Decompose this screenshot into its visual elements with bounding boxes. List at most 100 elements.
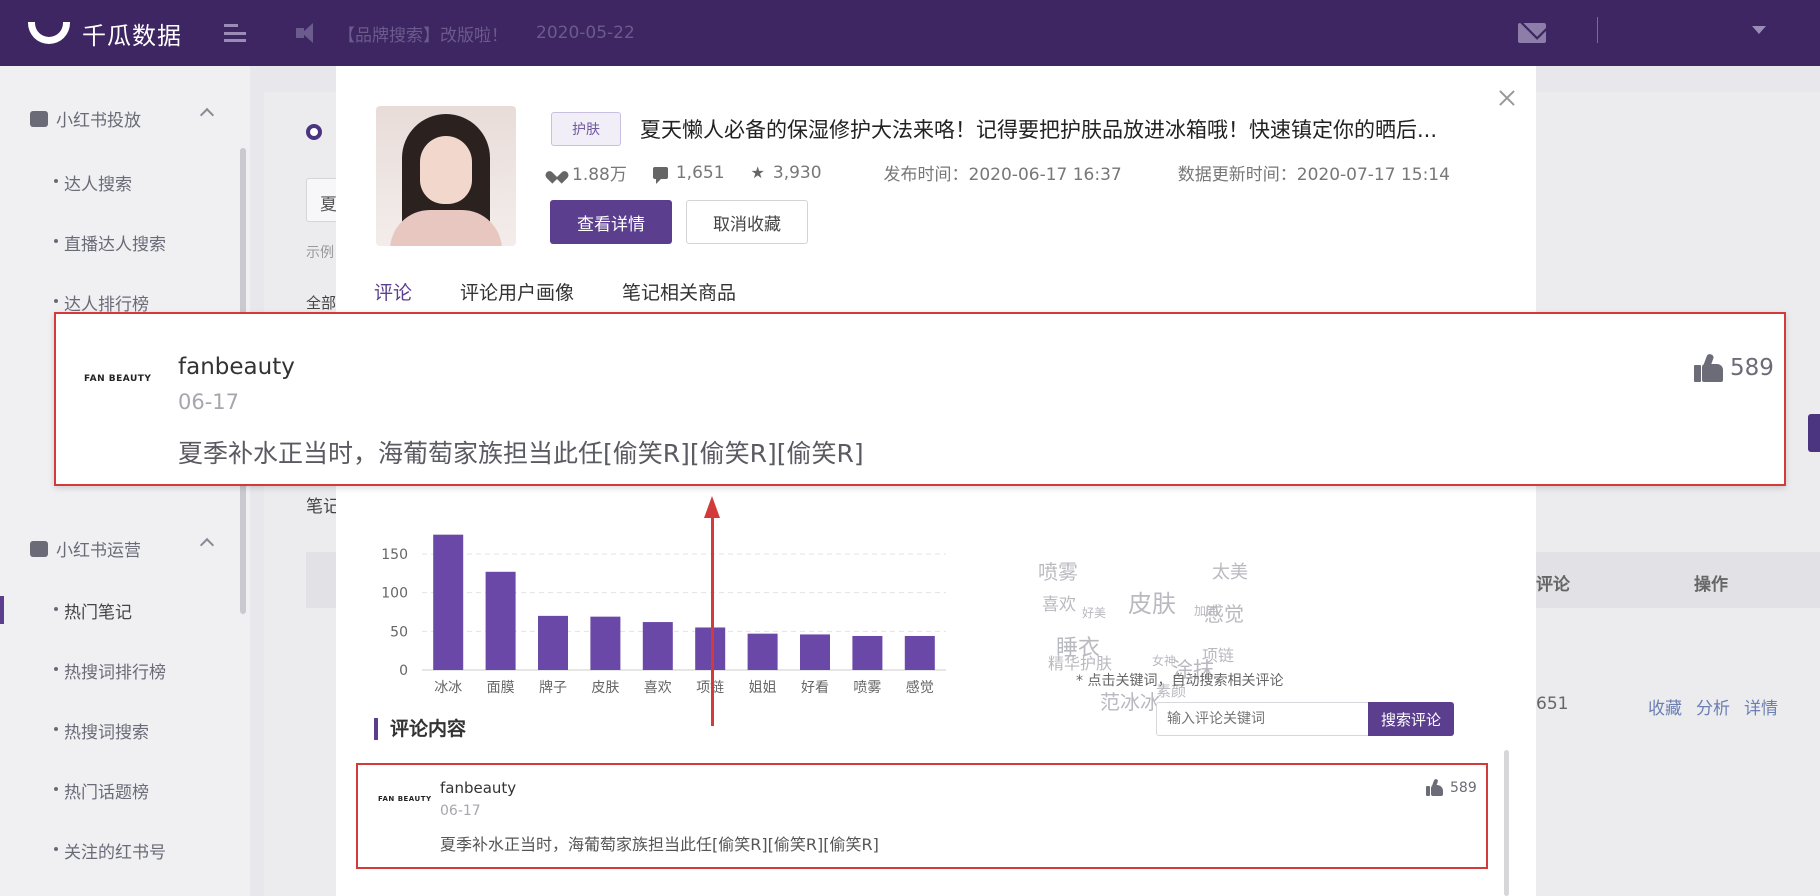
y-tick-label: 0: [399, 663, 408, 679]
comment-date: 06-17: [440, 803, 481, 819]
bar[interactable]: [642, 622, 673, 670]
sidebar-item[interactable]: 热搜词排行榜: [54, 658, 166, 683]
bar[interactable]: [747, 633, 778, 670]
bar[interactable]: [800, 634, 830, 670]
sidebar-group-xhs-ops[interactable]: 小红书运营: [30, 536, 215, 561]
x-tick-label: 皮肤: [591, 680, 619, 696]
thumbs-up-icon: [1426, 778, 1444, 796]
wc-word[interactable]: 好美: [1082, 604, 1106, 621]
comment-item: FAN BEAUTY fanbeauty 06-17 夏季补水正当时，海葡萄家族…: [356, 763, 1488, 869]
y-tick-label: 100: [381, 586, 408, 602]
likes-stat: 1.88万: [550, 160, 627, 185]
update-time: 数据更新时间：2020-07-17 15:14: [1177, 165, 1450, 185]
comment-likes: 589: [1694, 353, 1774, 382]
sidebar-group-label: 小红书投放: [56, 111, 141, 131]
logo-text: 千瓜数据: [82, 21, 182, 50]
bg-filter-all[interactable]: 全部: [306, 292, 336, 313]
comment-text: 夏季补水正当时，海葡萄家族担当此任[偷笑R][偷笑R][偷笑R]: [178, 439, 864, 468]
heart-icon: [550, 166, 564, 179]
x-tick-label: 牌子: [539, 679, 567, 696]
x-tick-label: 喜欢: [644, 680, 672, 696]
comment-icon: [652, 166, 668, 184]
bg-action-collect[interactable]: 收藏: [1648, 694, 1682, 719]
note-title: 夏天懒人必备的保湿修护大法来咯！记得要把护肤品放进冰箱哦！快速镇定你的晒后...: [640, 118, 1438, 142]
search-comments-button[interactable]: 搜索评论: [1368, 702, 1454, 736]
bg-col-actions: 操作: [1694, 575, 1728, 595]
wc-word[interactable]: 皮肤: [1128, 584, 1176, 619]
comment-keyword-input[interactable]: [1156, 702, 1368, 736]
comments-count: 1,651: [675, 162, 725, 183]
comment-date: 06-17: [178, 390, 240, 414]
commenter-avatar: FAN BEAUTY: [378, 795, 432, 803]
menu-toggle-icon[interactable]: [224, 24, 246, 42]
bg-purple-button[interactable]: [1808, 414, 1820, 452]
x-tick-label: 姐姐: [749, 680, 777, 696]
sidebar-item[interactable]: 热门话题榜: [54, 778, 149, 803]
comment-callout-zoomed: FAN BEAUTY fanbeauty 06-17 夏季补水正当时，海葡萄家族…: [54, 312, 1786, 486]
top-bar: 千瓜数据 【品牌搜索】改版啦！ 2020-05-22: [0, 0, 1820, 66]
modal-tabs: 评论 评论用户画像 笔记相关商品: [374, 278, 784, 305]
tab-comments[interactable]: 评论: [374, 278, 412, 305]
sidebar-group-label: 小红书运营: [56, 541, 141, 561]
y-tick-label: 150: [381, 547, 408, 563]
y-tick-label: 50: [390, 624, 408, 640]
comment-username[interactable]: fanbeauty: [440, 779, 516, 797]
view-detail-button[interactable]: 查看详情: [550, 200, 672, 244]
chat-icon: [30, 540, 48, 557]
note-cover-image: [376, 106, 516, 246]
logo[interactable]: 千瓜数据: [28, 16, 182, 51]
keyword-hint: * 点击关键词，自动搜索相关评论: [1076, 673, 1284, 689]
sidebar-item[interactable]: 达人搜索: [54, 170, 132, 195]
note-stats: 1.88万 1,651 ★ 3,930 发布时间：2020-06-17 16:3…: [550, 160, 1450, 186]
active-indicator: [0, 596, 4, 624]
sidebar-item-active[interactable]: 热门笔记: [54, 598, 132, 623]
wc-word[interactable]: 太美: [1212, 558, 1248, 584]
close-icon[interactable]: [1497, 88, 1517, 108]
uncollect-button[interactable]: 取消收藏: [686, 200, 808, 244]
bg-action-detail[interactable]: 详情: [1744, 694, 1778, 719]
wc-word[interactable]: 喜欢: [1042, 590, 1076, 615]
commenter-avatar: FAN BEAUTY: [84, 374, 152, 384]
sidebar-item[interactable]: 热搜词搜索: [54, 718, 149, 743]
tab-commenter-profile[interactable]: 评论用户画像: [460, 278, 574, 305]
annotation-arrow-head: [704, 496, 720, 518]
bg-table-header: [306, 552, 336, 608]
comment-likes: 589: [1426, 778, 1477, 796]
divider: [1597, 17, 1598, 43]
bar[interactable]: [538, 615, 568, 670]
tab-related-products[interactable]: 笔记相关商品: [622, 278, 736, 305]
bg-row-count: 651: [1536, 694, 1569, 714]
sidebar-item[interactable]: 关注的红书号: [54, 838, 166, 863]
notice-text[interactable]: 【品牌搜索】改版啦！: [338, 21, 508, 46]
bar[interactable]: [485, 571, 516, 670]
wc-word[interactable]: 范冰冰: [1100, 686, 1160, 715]
speaker-icon: [296, 22, 322, 44]
x-tick-label: 好看: [801, 680, 829, 696]
mail-icon[interactable]: [1518, 23, 1546, 43]
sidebar-group-xhs-ads[interactable]: 小红书投放: [30, 106, 215, 131]
box-icon: [30, 110, 48, 127]
radio-icon[interactable]: [306, 124, 322, 140]
x-tick-label: 冰冰: [434, 680, 462, 696]
wc-word[interactable]: 加油: [1194, 602, 1218, 619]
chevron-up-icon: [199, 107, 215, 123]
bar[interactable]: [433, 534, 464, 670]
bar[interactable]: [590, 616, 621, 670]
annotation-arrow: [711, 512, 714, 726]
modal-scrollbar[interactable]: [1504, 750, 1509, 896]
comment-username[interactable]: fanbeauty: [178, 354, 295, 380]
bg-notes-label: 笔记: [306, 497, 340, 517]
wc-word[interactable]: 女神: [1152, 652, 1176, 669]
wc-word[interactable]: 喷雾: [1038, 556, 1078, 585]
collects-count: 3,930: [772, 162, 822, 183]
comment-like-count: 589: [1450, 779, 1477, 796]
user-menu-caret-icon[interactable]: [1752, 26, 1766, 34]
bar[interactable]: [852, 635, 883, 670]
x-tick-label: 喷雾: [853, 680, 881, 696]
bg-action-analyze[interactable]: 分析: [1696, 694, 1730, 719]
category-tag: 护肤: [551, 112, 621, 146]
screen: 千瓜数据 【品牌搜索】改版啦！ 2020-05-22 小红书投放 达人搜索 直播…: [0, 0, 1820, 896]
wc-word[interactable]: 项链: [1202, 642, 1234, 666]
sidebar-item[interactable]: 直播达人搜索: [54, 230, 166, 255]
bar[interactable]: [904, 635, 935, 670]
